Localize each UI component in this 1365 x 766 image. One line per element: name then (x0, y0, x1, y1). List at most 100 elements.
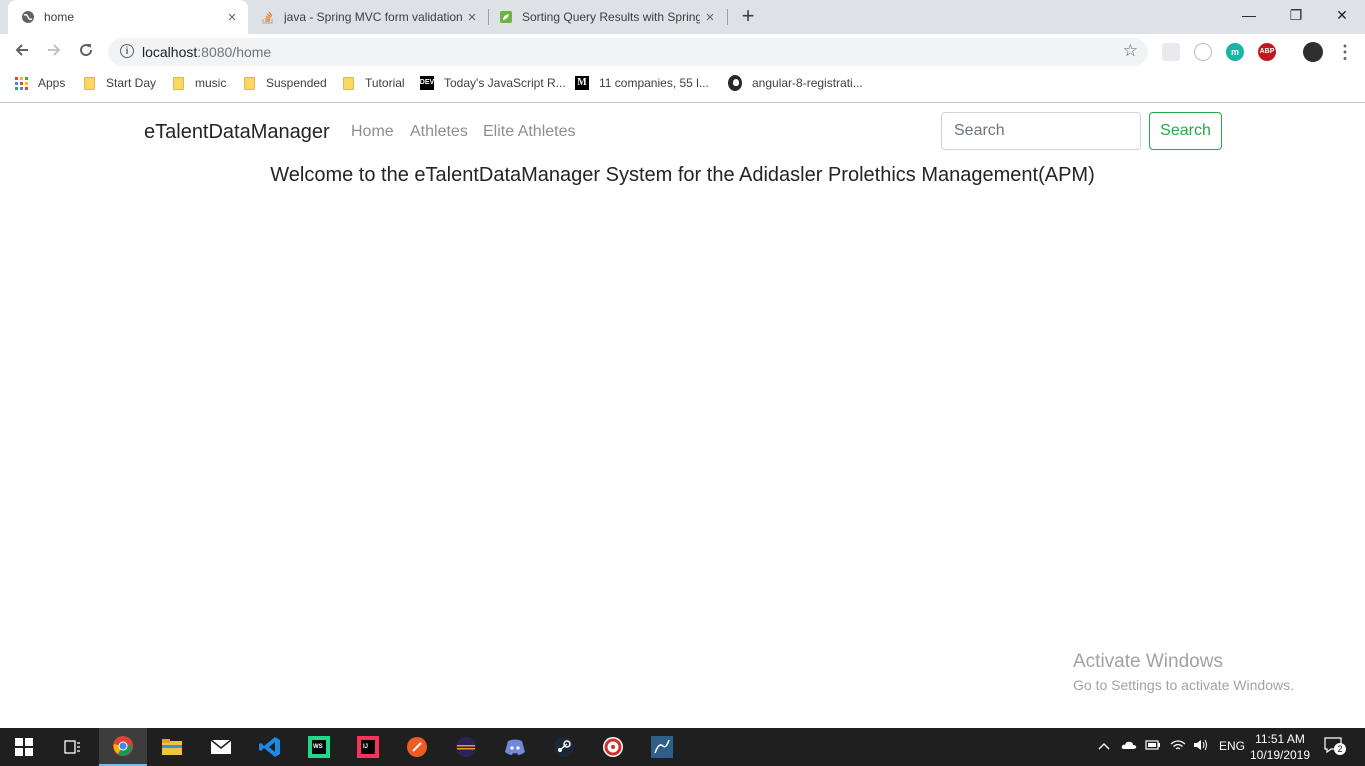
svg-text:WS: WS (313, 744, 323, 750)
reload-icon (80, 44, 93, 57)
action-center-button[interactable]: 2 (1324, 737, 1346, 758)
mail-icon (210, 739, 232, 754)
taskbar-steam[interactable] (540, 728, 588, 766)
bookmark-suspended[interactable]: Suspended (242, 76, 327, 90)
tab-close-icon[interactable]: × (222, 9, 242, 26)
taskbar-clock[interactable]: 11:51 AM 10/19/2019 (1244, 731, 1316, 763)
search-button[interactable]: Search (1149, 112, 1222, 150)
bookmarks-bar: Apps Start Day music Suspended Tutorial … (0, 70, 1365, 103)
volume-icon[interactable] (1193, 739, 1209, 754)
tab-title: home (44, 10, 75, 24)
tab-title: Sorting Query Results with Spring (522, 10, 700, 24)
bookmark-label: music (195, 76, 227, 90)
battery-icon[interactable] (1145, 739, 1161, 753)
url-host: localhost (142, 44, 198, 60)
bookmark-label: Suspended (266, 76, 327, 90)
tab-title: java - Spring MVC form validation (284, 10, 462, 24)
taskbar-app-circle[interactable] (589, 728, 637, 766)
back-button[interactable] (10, 40, 34, 64)
tab-home[interactable]: home × (8, 0, 248, 34)
bookmark-medium[interactable]: M 11 companies, 55 l... (575, 76, 709, 90)
close-window-button[interactable]: ✕ (1319, 4, 1365, 26)
taskbar-mysql-workbench[interactable] (638, 728, 686, 766)
postman-icon (407, 737, 427, 757)
bookmark-start-day[interactable]: Start Day (82, 76, 156, 90)
bookmark-label: Apps (38, 76, 66, 90)
apps-grid-icon (14, 76, 28, 90)
clock-date: 10/19/2019 (1249, 748, 1311, 762)
browser-menu-icon[interactable]: ⋮ (1333, 40, 1357, 64)
folder-icon (242, 76, 256, 90)
taskbar-intellij[interactable]: IJ (344, 728, 392, 766)
extension-placeholder-icon[interactable] (1162, 43, 1180, 61)
profile-avatar[interactable] (1303, 42, 1323, 62)
bookmark-label: 11 companies, 55 l... (599, 76, 709, 90)
back-arrow-icon (15, 44, 28, 56)
tab-stackoverflow[interactable]: java - Spring MVC form validation × (248, 0, 488, 34)
bookmark-label: Today's JavaScript R... (444, 76, 566, 90)
tab-spring[interactable]: Sorting Query Results with Spring × (486, 0, 726, 34)
onedrive-icon[interactable] (1121, 739, 1137, 753)
bookmark-tutorial[interactable]: Tutorial (341, 76, 405, 90)
notification-count-badge: 2 (1334, 743, 1346, 755)
site-info-icon[interactable]: i (120, 44, 134, 58)
taskbar-postman[interactable] (393, 728, 441, 766)
bookmark-devto[interactable]: DEV Today's JavaScript R... (419, 76, 566, 90)
watermark-subtitle: Go to Settings to activate Windows. (1073, 677, 1294, 693)
extension-clock-icon[interactable] (1194, 43, 1212, 61)
mendeley-extension-icon[interactable]: m (1226, 43, 1244, 61)
taskbar-webstorm[interactable]: WS (295, 728, 343, 766)
discord-icon (505, 739, 525, 755)
bookmark-apps[interactable]: Apps (14, 76, 65, 90)
folder-explorer-icon (162, 739, 182, 755)
medium-icon: M (575, 76, 589, 90)
minimize-button[interactable]: — (1226, 4, 1272, 26)
globe-icon (20, 9, 36, 25)
bookmark-github[interactable]: angular-8-registrati... (728, 75, 863, 91)
bookmark-music[interactable]: music (171, 76, 226, 90)
search-input[interactable] (941, 112, 1141, 150)
reload-button[interactable] (74, 40, 98, 64)
chevron-up-icon (1098, 743, 1110, 750)
nav-link-elite-athletes[interactable]: Elite Athletes (483, 123, 576, 141)
wifi-icon[interactable] (1170, 739, 1186, 754)
spring-icon (498, 9, 514, 25)
folder-icon (341, 76, 355, 90)
taskbar-discord[interactable] (491, 728, 539, 766)
bookmark-star-icon[interactable]: ☆ (1123, 41, 1138, 61)
forward-button[interactable] (42, 40, 66, 64)
bookmark-label: Start Day (106, 76, 157, 90)
web-page: eTalentDataManager Home Athletes Elite A… (0, 103, 1365, 728)
welcome-message: Welcome to the eTalentDataManager System… (270, 164, 1095, 186)
show-hidden-icons-button[interactable] (1098, 739, 1110, 753)
language-indicator[interactable]: ENG (1219, 739, 1245, 753)
new-tab-button[interactable]: + (736, 5, 760, 29)
taskbar-chrome[interactable] (99, 728, 147, 766)
eclipse-icon (456, 737, 476, 757)
bookmark-label: Tutorial (365, 76, 405, 90)
browser-toolbar: i localhost:8080/home ☆ m ABP ⋮ (0, 34, 1365, 70)
windows-taskbar: WS IJ ENG 11:51 AM 10/19/2019 2 (0, 728, 1365, 766)
steam-icon (554, 737, 574, 757)
maximize-button[interactable]: ❐ (1273, 4, 1319, 26)
tab-separator (727, 9, 728, 25)
intellij-icon: IJ (357, 736, 379, 758)
url-path: :8080/home (197, 44, 272, 60)
url-text: localhost:8080/home (142, 44, 271, 60)
tab-close-icon[interactable]: × (462, 9, 482, 26)
task-view-button[interactable] (48, 728, 96, 766)
taskbar-file-explorer[interactable] (148, 728, 196, 766)
taskbar-vscode[interactable] (246, 728, 294, 766)
navbar-brand[interactable]: eTalentDataManager (144, 121, 330, 144)
folder-icon (171, 76, 185, 90)
nav-link-athletes[interactable]: Athletes (410, 123, 468, 141)
nav-link-home[interactable]: Home (351, 123, 394, 141)
taskbar-mail[interactable] (197, 728, 245, 766)
taskbar-eclipse[interactable] (442, 728, 490, 766)
svg-text:IJ: IJ (363, 744, 368, 750)
tab-close-icon[interactable]: × (700, 9, 720, 26)
start-button[interactable] (0, 728, 48, 766)
address-bar[interactable]: i localhost:8080/home ☆ (108, 38, 1148, 66)
task-view-icon (64, 740, 80, 754)
adblock-plus-icon[interactable]: ABP (1258, 43, 1276, 61)
